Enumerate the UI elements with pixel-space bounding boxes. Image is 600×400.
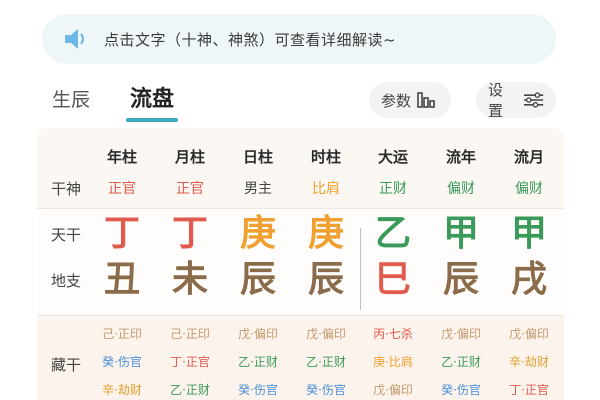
canggan-item[interactable]: 戊·偏印 — [428, 321, 494, 347]
shishen-label[interactable]: 正财 — [360, 178, 426, 198]
pillar-header: 日柱 — [242, 148, 273, 166]
pillar-header: 时柱 — [310, 148, 341, 166]
canggan-item[interactable]: 丁·正官 — [157, 349, 223, 375]
shishen-label[interactable]: 偏财 — [496, 178, 562, 198]
tab-bar: 生辰 流盘 — [52, 84, 214, 124]
canggan-item[interactable]: 乙·正财 — [293, 349, 359, 375]
canggan-item[interactable]: 癸·伤官 — [225, 377, 291, 400]
shishen-label[interactable]: 偏财 — [428, 178, 494, 198]
canggan-item[interactable]: 癸·伤官 — [89, 349, 155, 375]
sliders-icon — [523, 92, 544, 108]
canggan-item[interactable]: 己·正印 — [157, 321, 223, 347]
tiangan-char: 庚 — [307, 213, 344, 254]
canggan-item[interactable]: 戊·偏印 — [293, 321, 359, 347]
params-label: 参数 — [381, 91, 412, 110]
row-label-dizhi: 地支 — [51, 272, 82, 290]
tiangan-char: 丁 — [103, 213, 140, 254]
dizhi-char: 辰 — [442, 259, 479, 300]
settings-button[interactable]: 设置 — [476, 81, 556, 120]
bazi-chart-card: 干神 天干 地支 藏干 年柱 正官丁丑己·正印 癸·伤官 辛·劫财 月柱 正官丁未己·正印… — [37, 128, 564, 400]
tiangan-char: 庚 — [239, 213, 276, 254]
row-label-canggan: 藏干 — [51, 356, 82, 374]
canggan-item[interactable]: 乙·正财 — [428, 349, 494, 375]
tiangan-char: 丁 — [171, 213, 208, 254]
tiangan-char: 甲 — [510, 213, 547, 254]
tiangan-char: 乙 — [374, 213, 411, 254]
dizhi-char: 丑 — [103, 259, 140, 300]
shishen-label[interactable]: 正官 — [157, 178, 223, 198]
canggan-item[interactable]: 丁·正官 — [496, 377, 562, 400]
row-label-tiangan: 天干 — [51, 226, 82, 244]
pillar-header: 月柱 — [174, 148, 205, 166]
canggan-item[interactable]: 癸·伤官 — [293, 377, 359, 400]
params-button[interactable]: 参数 — [369, 82, 451, 118]
canggan-item[interactable]: 庚·比肩 — [360, 349, 426, 375]
notice-bar[interactable]: 点击文字（十神、神煞）可查看详细解读~ — [42, 14, 556, 64]
canggan-item[interactable]: 戊·偏印 — [225, 321, 291, 347]
canggan-item[interactable]: 己·正印 — [89, 321, 155, 347]
pillar-header: 流月 — [513, 148, 544, 166]
shishen-label[interactable]: 男主 — [225, 178, 291, 198]
tab-flow[interactable]: 流盘 — [126, 84, 179, 122]
canggan-item[interactable]: 乙·正财 — [225, 349, 291, 375]
tab-flow-label: 流盘 — [130, 87, 175, 112]
dizhi-char: 戌 — [510, 259, 547, 300]
row-label-shishen: 干神 — [51, 180, 82, 198]
shishen-label[interactable]: 正官 — [89, 178, 155, 198]
canggan-item[interactable]: 辛·劫财 — [496, 349, 562, 375]
canggan-item[interactable]: 乙·正财 — [157, 377, 223, 400]
canggan-item[interactable]: 癸·伤官 — [428, 377, 494, 400]
tab-birth[interactable]: 生辰 — [52, 84, 90, 116]
canggan-item[interactable]: 戊·偏印 — [360, 377, 426, 400]
tab-birth-label: 生辰 — [52, 89, 91, 111]
canggan-item[interactable]: 辛·劫财 — [89, 377, 155, 400]
notice-text: 点击文字（十神、神煞）可查看详细解读~ — [104, 30, 397, 49]
pillar-header: 年柱 — [106, 148, 137, 166]
canggan-item[interactable]: 丙·七杀 — [360, 321, 426, 347]
dizhi-char: 巳 — [374, 259, 411, 300]
speaker-icon — [65, 29, 84, 49]
canggan-item[interactable]: 戊·偏印 — [496, 321, 562, 347]
pillar-header: 大运 — [377, 148, 408, 166]
pillar-header: 流年 — [445, 148, 476, 166]
bar-chart-icon — [417, 92, 435, 108]
settings-label: 设置 — [488, 81, 504, 120]
dizhi-char: 辰 — [239, 259, 276, 300]
tiangan-char: 甲 — [442, 213, 479, 254]
tab-active-underline — [126, 118, 179, 122]
dizhi-char: 未 — [171, 259, 208, 300]
shishen-label[interactable]: 比肩 — [293, 178, 359, 198]
dizhi-char: 辰 — [307, 259, 344, 300]
